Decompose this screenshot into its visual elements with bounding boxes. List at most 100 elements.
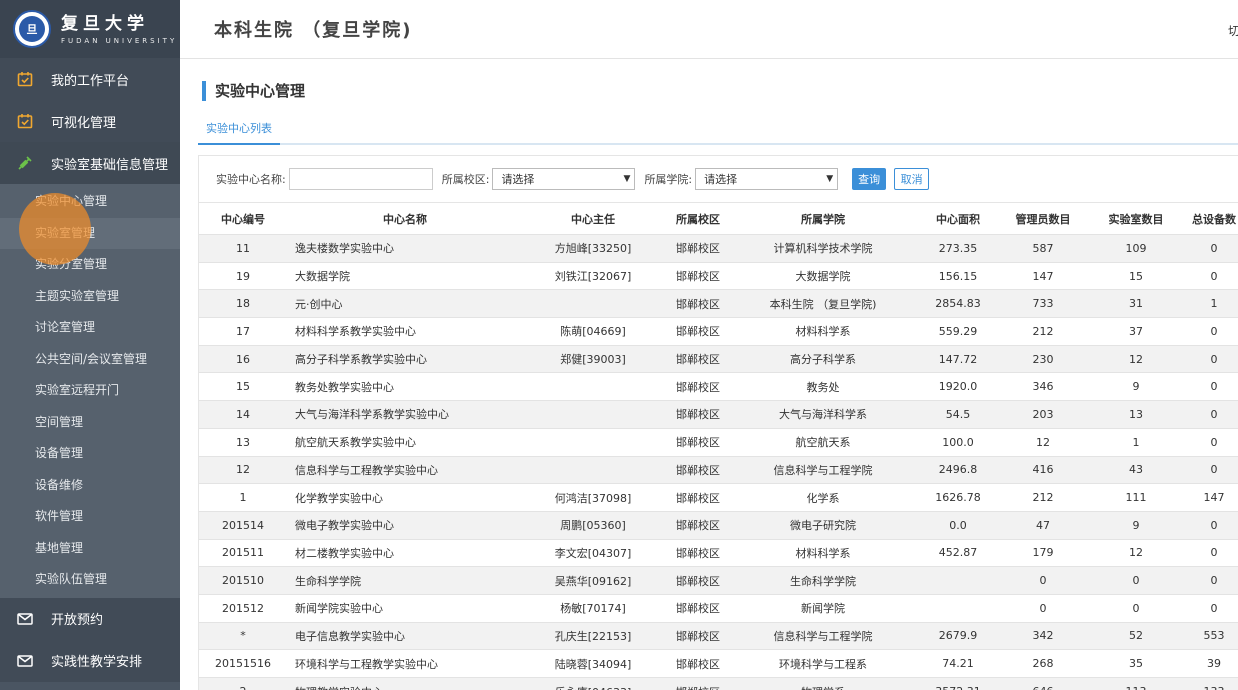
tab-center-list[interactable]: 实验中心列表 xyxy=(198,117,280,145)
cell-admin-count: 342 xyxy=(1003,621,1083,650)
cell-director: 杨敏[70174] xyxy=(523,593,663,623)
nav-workbench[interactable]: 我的工作平台 xyxy=(0,58,180,100)
nav-teaching[interactable]: 实践性教学安排 xyxy=(0,639,180,682)
table-row[interactable]: 1 化学教学实验中心 何鸿洁[37098] 邯郸校区 化学系 1626.78 212 111 1… xyxy=(199,483,1238,512)
sidebar-item-software-manage[interactable]: 软件管理 xyxy=(0,501,180,533)
cell-area: 156.15 xyxy=(913,261,1003,290)
cell-campus: 邯郸校区 xyxy=(663,455,733,484)
cell-director: 李文宏[04307] xyxy=(523,538,663,567)
cell-director: 刘铁江[32067] xyxy=(523,261,663,290)
center-table: 中心编号 中心名称 中心主任 所属校区 所属学院 中心面积 管理员数目 实验室数… xyxy=(199,202,1238,690)
table-row[interactable]: 13 航空航天系教学实验中心 邯郸校区 航空航天系 100.0 12 1 0 xyxy=(199,427,1238,456)
cell-equipment-count: 0 xyxy=(1189,427,1238,456)
cell-area xyxy=(913,566,1003,595)
sidebar-item-meeting-room[interactable]: 公共空间/会议室管理 xyxy=(0,344,180,376)
cell-id: 2 xyxy=(199,677,287,690)
sidebar-item-space-manage[interactable]: 空间管理 xyxy=(0,407,180,439)
sidebar-item-remote-door[interactable]: 实验室远程开门 xyxy=(0,375,180,407)
sidebar: 旦 复旦大学 FUDAN UNIVERSITY 我的工作平台 可视化管理 实验室… xyxy=(0,0,180,690)
cell-college: 环境科学与工程系 xyxy=(733,649,913,678)
college-select[interactable]: 请选择 ▼ xyxy=(695,168,839,190)
cell-director: 吴燕华[09162] xyxy=(523,566,663,595)
cell-director: 乐永康[04633] xyxy=(523,677,663,690)
chevron-down-icon: ▼ xyxy=(623,174,631,184)
cell-director: 方旭峰[33250] xyxy=(523,234,663,263)
sidebar-item-base-manage[interactable]: 基地管理 xyxy=(0,533,180,565)
cell-equipment-count: 147 xyxy=(1189,483,1238,512)
nav-lab-info-label: 实验室基础信息管理 xyxy=(51,157,169,173)
cell-name: 物理教学实验中心 xyxy=(287,677,523,690)
cell-equipment-count: 0 xyxy=(1189,317,1238,346)
table-row[interactable]: 19 大数据学院 刘铁江[32067] 邯郸校区 大数据学院 156.15 147 15 0 xyxy=(199,261,1238,290)
query-button[interactable]: 查询 xyxy=(852,168,887,190)
cell-area: 559.29 xyxy=(913,317,1003,346)
cell-area: 1626.78 xyxy=(913,483,1003,512)
nav-teaching-label: 实践性教学安排 xyxy=(51,655,143,670)
cell-lab-count: 1 xyxy=(1083,427,1189,456)
nav-lab-info[interactable]: 实验室基础信息管理 xyxy=(0,142,180,184)
table-row[interactable]: 11 逸夫楼数学实验中心 方旭峰[33250] 邯郸校区 计算机科学技术学院 273.35… xyxy=(199,234,1238,263)
table-row[interactable]: 2物理教学实验中心乐永康[04633]邯郸校区物理学系3572.31646113… xyxy=(199,677,1238,690)
nav-visual[interactable]: 可视化管理 xyxy=(0,100,180,142)
cell-college: 微电子研究院 xyxy=(733,510,913,540)
cell-college: 新闻学院 xyxy=(733,593,913,623)
chevron-down-icon: ▼ xyxy=(826,174,834,184)
sidebar-item-lab-manage[interactable]: 实验室管理 xyxy=(0,217,180,249)
table-row[interactable]: 201512 新闻学院实验中心 杨敏[70174] 邯郸校区 新闻学院 0 0 0 xyxy=(199,593,1238,623)
table-row[interactable]: * 电子信息教学实验中心 孔庆生[22153] 邯郸校区 信息科学与工程学院 2679.9… xyxy=(199,621,1238,650)
table-row[interactable]: 20151516 环境科学与工程教学实验中心 陆晓蓉[34094] 邯郸校区 环境科学与… xyxy=(199,649,1238,678)
table-row[interactable]: 12 信息科学与工程教学实验中心 邯郸校区 信息科学与工程学院 2496.8 416 43 0 xyxy=(199,455,1238,484)
cell-id: 201510 xyxy=(199,566,287,595)
header-switch-link[interactable]: 切 xyxy=(1228,22,1238,39)
cell-lab-count: 52 xyxy=(1083,621,1189,650)
sidebar-item-equipment-manage[interactable]: 设备管理 xyxy=(0,438,180,470)
cell-name: 大数据学院 xyxy=(287,261,523,290)
cell-director xyxy=(523,289,663,318)
cell-lab-count: 9 xyxy=(1083,510,1189,540)
sidebar-item-equipment-repair[interactable]: 设备维修 xyxy=(0,470,180,502)
table-row[interactable]: 16 高分子科学系教学实验中心 郑健[39003] 邯郸校区 高分子科学系 147.72 2… xyxy=(199,344,1238,373)
university-seal-logo: 旦 xyxy=(13,10,51,48)
cell-lab-count: 13 xyxy=(1083,400,1189,429)
cell-campus: 邯郸校区 xyxy=(663,566,733,595)
table-row[interactable]: 15 教务处教学实验中心 邯郸校区 教务处 1920.0 346 9 0 xyxy=(199,372,1238,401)
cell-name: 大气与海洋科学系教学实验中心 xyxy=(287,400,523,429)
cell-lab-count: 37 xyxy=(1083,317,1189,346)
center-name-input[interactable] xyxy=(288,168,433,190)
cell-equipment-count: 0 xyxy=(1189,566,1238,595)
table-row[interactable]: 18 元·创中心 邯郸校区 本科生院 （复旦学院) 2854.83 733 31 1 xyxy=(199,289,1238,318)
cell-college: 物理学系 xyxy=(733,677,913,690)
cell-campus: 邯郸校区 xyxy=(663,427,733,456)
table-row[interactable]: 201510 生命科学学院 吴燕华[09162] 邯郸校区 生命科学学院 0 0 0 xyxy=(199,566,1238,595)
cell-admin-count: 0 xyxy=(1003,566,1083,595)
sidebar-item-sub-lab-manage[interactable]: 实验分室管理 xyxy=(0,249,180,281)
nav-booking-label: 开放预约 xyxy=(51,613,104,628)
cancel-button[interactable]: 取消 xyxy=(894,168,930,190)
cell-area: 147.72 xyxy=(913,344,1003,373)
col-header-name: 中心名称 xyxy=(287,202,523,235)
table-row[interactable]: 14 大气与海洋科学系教学实验中心 邯郸校区 大气与海洋科学系 54.5 203 13 0 xyxy=(199,400,1238,429)
cell-lab-count: 113 xyxy=(1083,677,1189,690)
campus-select[interactable]: 请选择 ▼ xyxy=(492,168,636,190)
sidebar-item-center-manage[interactable]: 实验中心管理 xyxy=(0,186,180,218)
cell-name: 化学教学实验中心 xyxy=(287,483,523,512)
sidebar-item-discussion-room[interactable]: 讨论室管理 xyxy=(0,312,180,344)
table-row[interactable]: 201511 材二楼教学实验中心 李文宏[04307] 邯郸校区 材料科学系 452.87… xyxy=(199,538,1238,567)
cell-college: 高分子科学系 xyxy=(733,344,913,373)
list-panel: 实验中心名称: 所属校区: 请选择 ▼ 所属学院: 请选择 ▼ 查询 取消 中心 xyxy=(198,155,1238,690)
sidebar-item-team-manage[interactable]: 实验队伍管理 xyxy=(0,564,180,596)
nav-booking[interactable]: 开放预约 xyxy=(0,597,180,640)
brand-name: 复旦大学 xyxy=(61,13,149,34)
sidebar-item-theme-lab-manage[interactable]: 主题实验室管理 xyxy=(0,281,180,313)
brand: 旦 复旦大学 FUDAN UNIVERSITY xyxy=(0,0,180,58)
cell-id: 14 xyxy=(199,400,287,429)
cell-campus: 邯郸校区 xyxy=(663,677,733,690)
cell-admin-count: 268 xyxy=(1003,649,1083,678)
table-row[interactable]: 201514 微电子教学实验中心 周鹏[05360] 邯郸校区 微电子研究院 0.0 47 9… xyxy=(199,510,1238,540)
cell-id: 201511 xyxy=(199,538,287,567)
cell-lab-count: 0 xyxy=(1083,593,1189,623)
table-row[interactable]: 17 材料科学系教学实验中心 陈萌[04669] 邯郸校区 材料科学系 559.29 212… xyxy=(199,317,1238,346)
envelope-icon xyxy=(17,611,33,627)
table-header-row: 中心编号 中心名称 中心主任 所属校区 所属学院 中心面积 管理员数目 实验室数… xyxy=(199,202,1238,235)
cell-equipment-count: 39 xyxy=(1189,649,1238,678)
